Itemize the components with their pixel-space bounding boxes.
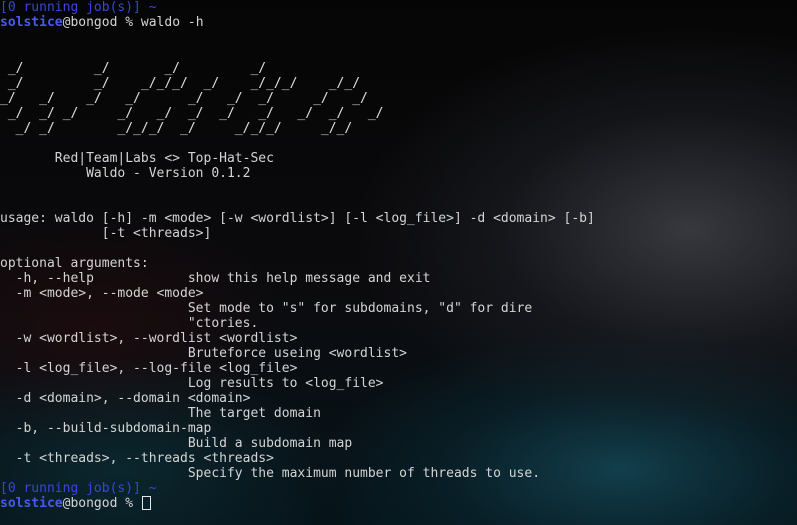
banner-art-line: _/ _/ _/_/_/ _/ _/_/_/ _/_/ xyxy=(0,76,361,91)
usage-line: usage: waldo [-h] -m <mode> [-w <wordlis… xyxy=(0,211,595,226)
banner-art-line: _/ _/ _/ _/ xyxy=(0,61,267,76)
prompt-line[interactable]: solstice@bongod % xyxy=(0,496,151,511)
credits-line: Red|Team|Labs <> Top-Hat-Sec xyxy=(0,151,274,166)
banner-art-line: _/ _/ _/ _/ _/ _/ _/ _/ _/ xyxy=(0,91,368,106)
option-line: -h, --help show this help message and ex… xyxy=(0,271,431,286)
jobs-status: [0 running job(s)] ~ xyxy=(0,481,157,496)
option-line: Bruteforce useing <wordlist> xyxy=(0,346,407,361)
command-text: % waldo -h xyxy=(117,15,204,30)
prompt-line: solstice@bongod % waldo -h xyxy=(0,15,204,30)
option-line: Specify the maximum number of threads to… xyxy=(0,466,541,481)
option-line: -m <mode>, --mode <mode> xyxy=(0,286,204,301)
banner-art-line: _/ _/ _/ _/ _/ _/ _/ _/ _/ _/ _/ xyxy=(0,106,384,121)
prompt-user: solstice xyxy=(0,15,63,30)
option-line: -w <wordlist>, --wordlist <wordlist> xyxy=(0,331,298,346)
option-line: "ctories. xyxy=(0,316,259,331)
option-line: -l <log_file>, --log-file <log_file> xyxy=(0,361,298,376)
option-line: -b, --build-subdomain-map xyxy=(0,421,212,436)
prompt-symbol: % xyxy=(117,496,141,511)
option-line: -d <domain>, --domain <domain> xyxy=(0,391,251,406)
prompt-host: @bongod xyxy=(62,15,118,30)
option-line: Log results to <log_file> xyxy=(0,376,384,391)
option-line: Set mode to "s" for subdomains, "d" for … xyxy=(0,301,533,316)
prompt-host: @bongod xyxy=(62,496,118,511)
option-line: Build a subdomain map xyxy=(0,436,353,451)
version-line: Waldo - Version 0.1.2 xyxy=(0,166,251,181)
banner-art-line: _/ _/ _/_/_/ _/ _/_/_/ _/_/ xyxy=(0,121,353,136)
text-cursor[interactable] xyxy=(141,496,151,510)
option-line: The target domain xyxy=(0,406,321,421)
usage-line: [-t <threads>] xyxy=(0,226,212,241)
option-line: -t <threads>, --threads <threads> xyxy=(0,451,274,466)
terminal-window[interactable]: [0 running job(s)] ~ solstice@bongod % w… xyxy=(0,0,797,525)
prompt-user: solstice xyxy=(0,496,63,511)
jobs-status: [0 running job(s)] ~ xyxy=(0,0,157,15)
optional-arguments-header: optional arguments: xyxy=(0,256,149,271)
